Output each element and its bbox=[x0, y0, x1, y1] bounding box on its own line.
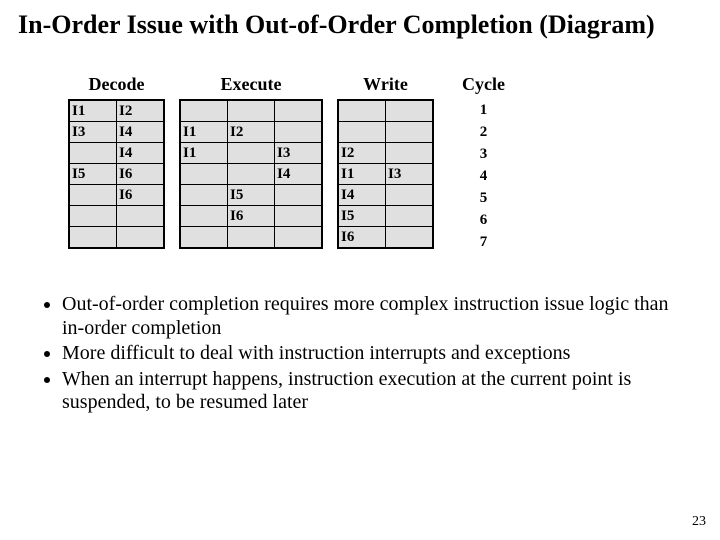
decode-cell bbox=[117, 206, 165, 227]
decode-cell: I5 bbox=[69, 164, 117, 185]
execute-cell bbox=[228, 164, 275, 185]
decode-cell: I1 bbox=[69, 100, 117, 122]
execute-cell bbox=[228, 100, 275, 122]
write-cell: I6 bbox=[338, 227, 386, 249]
decode-cell: I4 bbox=[117, 143, 165, 164]
execute-cell: I1 bbox=[180, 122, 228, 143]
decode-cell bbox=[117, 227, 165, 249]
execute-grid: I1I2 I1 I3 I4 I5 I6 bbox=[179, 99, 323, 249]
cycle-value: 4 bbox=[480, 165, 488, 187]
pipeline-diagram: Decode I1I2 I3I4 I4 I5I6 I6 Execute I1I2… bbox=[0, 74, 720, 253]
write-cell: I4 bbox=[338, 185, 386, 206]
execute-cell bbox=[275, 185, 323, 206]
execute-cell: I3 bbox=[275, 143, 323, 164]
decode-cell: I6 bbox=[117, 164, 165, 185]
execute-cell: I5 bbox=[228, 185, 275, 206]
execute-cell: I6 bbox=[228, 206, 275, 227]
cycle-value: 2 bbox=[480, 121, 488, 143]
execute-cell bbox=[275, 122, 323, 143]
cycle-value: 5 bbox=[480, 187, 488, 209]
write-cell bbox=[386, 185, 434, 206]
decode-cell: I3 bbox=[69, 122, 117, 143]
bullet-item: More difficult to deal with instruction … bbox=[62, 342, 680, 366]
decode-cell: I6 bbox=[117, 185, 165, 206]
decode-cell bbox=[69, 185, 117, 206]
cycle-value: 1 bbox=[480, 99, 488, 121]
execute-cell bbox=[180, 164, 228, 185]
execute-cell: I2 bbox=[228, 122, 275, 143]
decode-header: Decode bbox=[89, 74, 145, 95]
write-stage: Write I2 I1I3 I4 I5 I6 bbox=[337, 74, 434, 249]
execute-stage: Execute I1I2 I1 I3 I4 I5 I6 bbox=[179, 74, 323, 249]
write-cell bbox=[386, 122, 434, 143]
write-cell: I3 bbox=[386, 164, 434, 185]
write-cell bbox=[338, 100, 386, 122]
write-cell: I2 bbox=[338, 143, 386, 164]
execute-cell: I4 bbox=[275, 164, 323, 185]
write-cell bbox=[386, 206, 434, 227]
decode-stage: Decode I1I2 I3I4 I4 I5I6 I6 bbox=[68, 74, 165, 249]
bullet-item: When an interrupt happens, instruction e… bbox=[62, 368, 680, 415]
write-cell bbox=[386, 227, 434, 249]
write-cell bbox=[386, 100, 434, 122]
cycle-value: 7 bbox=[480, 231, 488, 253]
write-cell: I5 bbox=[338, 206, 386, 227]
execute-cell bbox=[228, 227, 275, 249]
decode-grid: I1I2 I3I4 I4 I5I6 I6 bbox=[68, 99, 165, 249]
write-cell: I1 bbox=[338, 164, 386, 185]
cycle-column: Cycle 1 2 3 4 5 6 7 bbox=[462, 74, 505, 253]
write-cell bbox=[338, 122, 386, 143]
write-cell bbox=[386, 143, 434, 164]
execute-cell bbox=[180, 100, 228, 122]
page-number: 23 bbox=[692, 514, 706, 530]
bullet-item: Out-of-order completion requires more co… bbox=[62, 293, 680, 340]
execute-cell bbox=[180, 227, 228, 249]
decode-cell bbox=[69, 227, 117, 249]
execute-cell bbox=[275, 100, 323, 122]
cycle-header: Cycle bbox=[462, 74, 505, 95]
bullet-list: Out-of-order completion requires more co… bbox=[0, 293, 720, 415]
execute-cell bbox=[228, 143, 275, 164]
decode-cell: I4 bbox=[117, 122, 165, 143]
decode-cell: I2 bbox=[117, 100, 165, 122]
slide-title: In-Order Issue with Out-of-Order Complet… bbox=[0, 0, 720, 40]
write-header: Write bbox=[363, 74, 408, 95]
execute-header: Execute bbox=[221, 74, 282, 95]
execute-cell bbox=[180, 206, 228, 227]
execute-cell bbox=[275, 206, 323, 227]
write-grid: I2 I1I3 I4 I5 I6 bbox=[337, 99, 434, 249]
execute-cell bbox=[180, 185, 228, 206]
decode-cell bbox=[69, 143, 117, 164]
decode-cell bbox=[69, 206, 117, 227]
execute-cell: I1 bbox=[180, 143, 228, 164]
cycle-value: 3 bbox=[480, 143, 488, 165]
cycle-value: 6 bbox=[480, 209, 488, 231]
execute-cell bbox=[275, 227, 323, 249]
